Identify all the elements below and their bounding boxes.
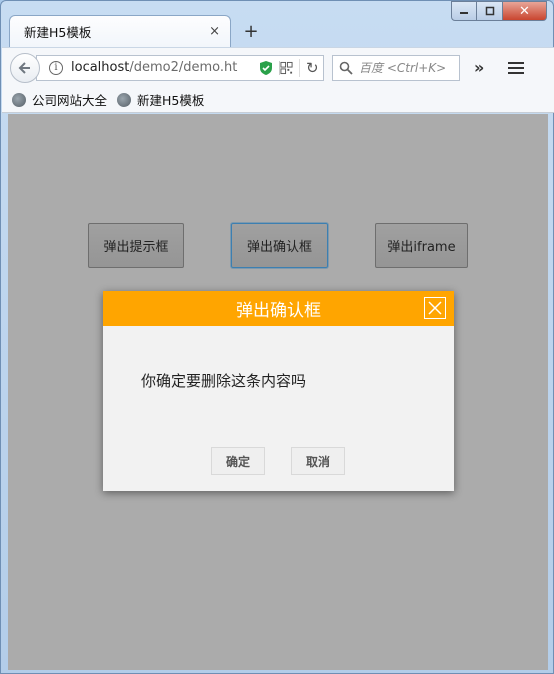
restore-icon: [485, 6, 494, 16]
bookmarks-bar: 公司网站大全 新建H5模板: [2, 87, 554, 113]
globe-icon: [12, 92, 26, 107]
hamburger-menu-icon[interactable]: [508, 61, 525, 74]
search-bar[interactable]: 百度 <Ctrl+K>: [332, 54, 460, 81]
dialog-close-button[interactable]: [424, 297, 446, 319]
bookmark-label: 公司网站大全: [32, 93, 108, 108]
browser-window: ✕ 新建H5模板 × + i localhost/demo2/demo.ht ↻…: [0, 0, 554, 674]
iframe-button[interactable]: 弹出iframe: [375, 223, 468, 268]
navigation-toolbar: i localhost/demo2/demo.ht ↻ 百度 <Ctrl+K> …: [2, 47, 554, 87]
dialog-message: 你确定要删除这条内容吗: [141, 372, 307, 390]
qr-code-icon[interactable]: [279, 60, 293, 75]
tab-title: 新建H5模板: [24, 25, 92, 40]
page-content: 弹出提示框 弹出确认框 弹出iframe 弹出确认框 你确定要删除这条内容吗 确…: [8, 114, 548, 670]
dialog-header: 弹出确认框: [103, 291, 454, 326]
minimize-button[interactable]: [451, 1, 477, 21]
tab-strip: 新建H5模板 × +: [9, 15, 265, 47]
bookmark-item[interactable]: 公司网站大全: [12, 90, 107, 109]
reload-icon[interactable]: ↻: [299, 58, 319, 77]
info-icon[interactable]: i: [49, 60, 63, 75]
back-button[interactable]: [10, 52, 40, 83]
url-bar[interactable]: i localhost/demo2/demo.ht ↻: [36, 54, 324, 81]
bookmark-label: 新建H5模板: [137, 93, 205, 108]
bookmark-item[interactable]: 新建H5模板: [117, 90, 204, 109]
dialog-title: 弹出确认框: [236, 301, 321, 321]
cancel-button[interactable]: 取消: [291, 447, 345, 475]
minimize-icon: [460, 12, 468, 14]
search-icon: [339, 61, 353, 75]
close-icon: [428, 301, 442, 315]
tab-close-icon[interactable]: ×: [209, 24, 220, 39]
close-icon: ✕: [519, 3, 530, 19]
back-arrow-icon: [18, 61, 30, 74]
maximize-button[interactable]: [477, 1, 503, 21]
tab-active[interactable]: 新建H5模板 ×: [9, 15, 231, 47]
window-controls: ✕: [451, 1, 547, 21]
new-tab-button[interactable]: +: [237, 17, 265, 45]
globe-icon: [117, 92, 132, 107]
url-text[interactable]: localhost/demo2/demo.ht: [71, 60, 259, 75]
alert-button[interactable]: 弹出提示框: [88, 223, 184, 268]
window-close-button[interactable]: ✕: [503, 1, 547, 21]
ok-button[interactable]: 确定: [211, 447, 265, 475]
search-placeholder: 百度 <Ctrl+K>: [359, 61, 447, 75]
overflow-chevron-icon[interactable]: »: [474, 58, 484, 77]
shield-icon[interactable]: [259, 60, 273, 76]
confirm-dialog: 弹出确认框 你确定要删除这条内容吗 确定 取消: [103, 291, 454, 491]
confirm-button[interactable]: 弹出确认框: [231, 223, 328, 268]
